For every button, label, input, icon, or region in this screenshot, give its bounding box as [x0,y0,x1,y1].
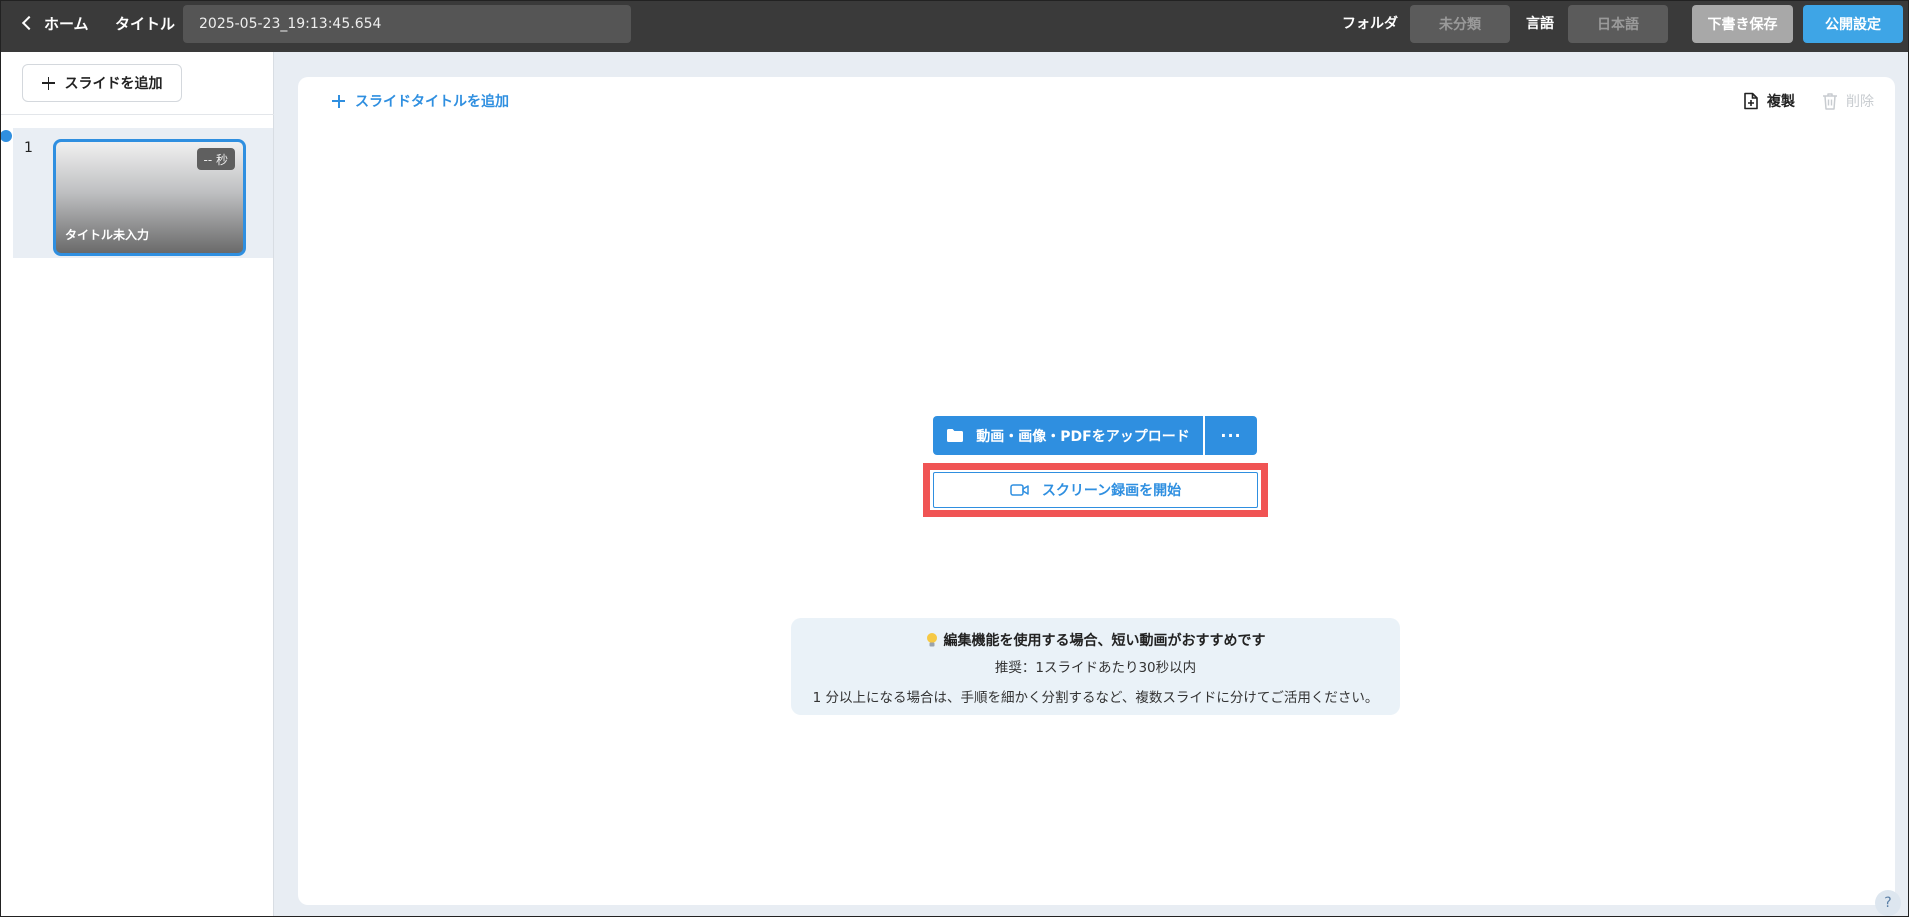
folder-label: フォルダ [1342,16,1398,32]
add-slide-button[interactable]: スライドを追加 [22,64,182,102]
upload-media-button[interactable]: 動画・画像・PDFをアップロード [933,416,1203,455]
title-label: タイトル [115,14,176,33]
upload-media-label: 動画・画像・PDFをアップロード [976,428,1190,445]
help-button[interactable]: ? [1875,890,1901,916]
publish-settings-button[interactable]: 公開設定 [1803,5,1903,43]
video-camera-icon [1010,484,1029,496]
title-input[interactable] [183,5,631,43]
add-slide-title-button[interactable]: スライドタイトルを追加 [332,91,509,111]
slide-sidebar: スライドを追加 1 -- 秒 タイトル未入力 [0,52,274,917]
add-slide-title-label: スライドタイトルを追加 [355,94,509,110]
plus-icon [41,76,55,90]
home-label: ホーム [44,14,89,33]
start-screen-recording-button[interactable]: スクリーン録画を開始 [933,472,1258,508]
top-bar: ホーム タイトル フォルダ 未分類 言語 日本語 下書き保存 公開設定 [0,0,1909,52]
slide-active-indicator [0,130,12,142]
more-options-button[interactable]: ··· [1205,416,1257,455]
tip-detail: 1 分以上になる場合は、手順を細かく分割するなど、複数スライドに分けてご活用くだ… [812,690,1379,706]
duplicate-button[interactable]: 複製 [1743,91,1795,111]
delete-label: 削除 [1846,94,1874,110]
folder-icon [947,429,964,442]
slide-thumbnail[interactable]: -- 秒 タイトル未入力 [53,139,246,256]
lightbulb-icon [926,633,937,647]
add-slide-label: スライドを追加 [64,76,163,92]
start-screen-recording-label: スクリーン録画を開始 [1041,483,1182,499]
trash-icon [1823,93,1837,110]
tip-heading: 編集機能を使用する場合、短い動画がおすすめです [791,630,1400,650]
tip-heading-text: 編集機能を使用する場合、短い動画がおすすめです [943,633,1266,649]
language-select[interactable]: 日本語 [1568,5,1668,43]
slide-duration-badge: -- 秒 [196,148,235,170]
folder-select[interactable]: 未分類 [1410,5,1510,43]
slide-number: 1 [24,140,33,156]
home-back-button[interactable]: ホーム [21,0,89,46]
slide-editor-canvas: スライドタイトルを追加 複製 削除 動画・画像・PDFをアップロード ··· ス… [298,77,1895,905]
save-draft-button[interactable]: 下書き保存 [1692,5,1793,43]
chevron-left-icon [21,15,37,31]
delete-button[interactable]: 削除 [1822,91,1874,111]
sidebar-divider [0,114,274,115]
plus-icon [332,94,345,108]
language-label: 言語 [1526,16,1554,32]
duplicate-icon [1744,92,1758,110]
duplicate-label: 複製 [1767,94,1795,110]
slide-thumbnail-title: タイトル未入力 [65,228,150,242]
tip-recommendation: 推奨：1スライドあたり30秒以内 [994,660,1197,676]
recommendation-tip-box: 編集機能を使用する場合、短い動画がおすすめです 推奨：1スライドあたり30秒以内… [791,618,1400,715]
